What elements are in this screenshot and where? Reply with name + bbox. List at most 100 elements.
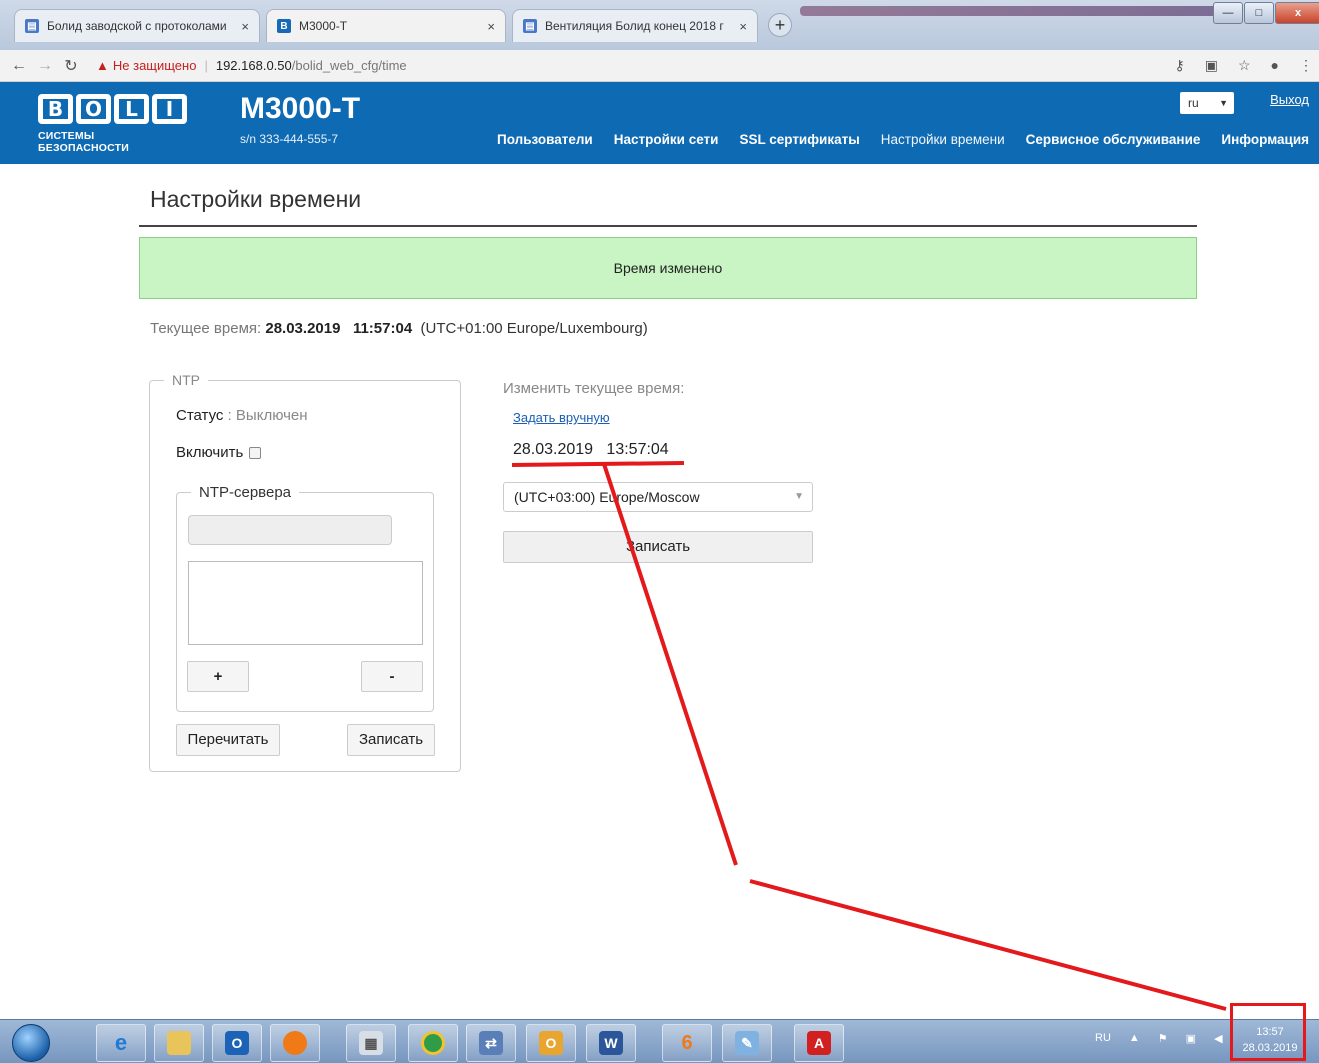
word-icon[interactable]: W: [586, 1024, 636, 1062]
pointer-line-annotation: [602, 463, 738, 866]
app-6-icon[interactable]: 6: [662, 1024, 712, 1062]
bolid-logo[interactable]: BOLI СИСТЕМЫ БЕЗОПАСНОСТИ: [38, 94, 188, 154]
logout-link[interactable]: Выход: [1270, 92, 1309, 107]
firefox-icon[interactable]: [270, 1024, 320, 1062]
current-time-line: Текущее время: 28.03.2019 11:57:04 (UTC+…: [150, 320, 648, 337]
tab-title: Вентиляция Болид конец 2018 г: [545, 19, 724, 33]
security-warning[interactable]: ▲ Не защищено: [96, 58, 196, 73]
speaker-icon[interactable]: ◀: [1214, 1032, 1222, 1045]
underline-annotation: [511, 461, 685, 467]
reread-button[interactable]: Перечитать: [176, 724, 280, 756]
network-icon[interactable]: ▣: [1186, 1032, 1196, 1045]
set-manually-link[interactable]: Задать вручную: [513, 410, 610, 425]
ntp-enable-row: Включить: [176, 444, 262, 461]
network-app-icon[interactable]: ⇄: [466, 1024, 516, 1062]
close-icon[interactable]: ×: [241, 19, 249, 34]
star-icon[interactable]: ☆: [1238, 57, 1251, 74]
url-separator: |: [204, 58, 208, 73]
tab-ventilation[interactable]: ▤ Вентиляция Болид конец 2018 г ×: [512, 9, 758, 42]
document-icon: ▤: [25, 19, 39, 33]
security-warning-label: Не защищено: [112, 58, 197, 73]
change-time-label: Изменить текущее время:: [503, 380, 685, 397]
logo-mark: BOLI: [38, 94, 188, 124]
timezone-select[interactable]: (UTC+03:00) Europe/Moscow ▼: [503, 482, 813, 512]
start-button[interactable]: [12, 1024, 50, 1062]
bolid-favicon-icon: B: [277, 19, 291, 33]
current-time-label: Текущее время:: [150, 320, 262, 337]
url-host: 192.168.0.50: [215, 58, 292, 73]
ntp-server-input[interactable]: [188, 515, 392, 545]
ntp-legend: NTP: [172, 372, 200, 388]
device-serial: s/n 333-444-555-7: [240, 132, 339, 146]
ntp-enable-label: Включить: [176, 444, 244, 461]
reload-icon[interactable]: ↻: [58, 56, 84, 76]
manual-clock: 13:57:04: [606, 441, 669, 458]
menu-icon[interactable]: ⋮: [1299, 57, 1313, 74]
nav-time-settings[interactable]: Настройки времени: [881, 132, 1005, 147]
internet-explorer-icon[interactable]: e: [96, 1024, 146, 1062]
ntp-servers-legend: NTP-сервера: [199, 484, 292, 501]
remove-server-button[interactable]: -: [361, 661, 423, 692]
logo-letter: L: [114, 94, 149, 124]
nav-service[interactable]: Сервисное обслуживание: [1026, 132, 1201, 147]
minimize-button[interactable]: —: [1213, 2, 1243, 24]
key-icon[interactable]: ⚷: [1174, 57, 1184, 74]
close-icon[interactable]: ×: [487, 19, 495, 34]
dropdown-caret-icon: ▼: [794, 491, 804, 502]
manual-time-value: 28.03.2019 13:57:04: [513, 441, 669, 459]
calculator-icon[interactable]: ▦: [346, 1024, 396, 1062]
system-tray: RU ▲ ⚑ ▣ ◀: [1095, 1032, 1223, 1045]
file-explorer-icon[interactable]: [154, 1024, 204, 1062]
ntp-enable-checkbox[interactable]: [249, 446, 262, 459]
language-select[interactable]: ru ▼: [1180, 92, 1234, 114]
nav-network-settings[interactable]: Настройки сети: [614, 132, 719, 147]
ntp-status: Статус : Выключен: [176, 407, 308, 424]
language-indicator[interactable]: RU: [1095, 1032, 1111, 1045]
window-close-button[interactable]: x: [1275, 2, 1319, 24]
browser-tab-bar: ▤ Болид заводской с протоколами × B M300…: [0, 0, 1319, 50]
logo-letter: I: [152, 94, 187, 124]
forward-arrow-icon[interactable]: →: [32, 57, 58, 75]
close-icon[interactable]: ×: [739, 19, 747, 34]
document-icon: ▤: [523, 19, 537, 33]
logo-letter: O: [76, 94, 111, 124]
outlook-mail-icon[interactable]: O: [526, 1024, 576, 1062]
account-icon[interactable]: ●: [1271, 57, 1279, 74]
tray-expand-icon[interactable]: ▲: [1129, 1032, 1140, 1045]
address-bar: ← → ↻ ▲ Не защищено | 192.168.0.50/bolid_…: [0, 50, 1319, 82]
nav-ssl-certificates[interactable]: SSL сертификаты: [739, 132, 859, 147]
flag-icon[interactable]: ⚑: [1158, 1032, 1168, 1045]
logo-tagline: СИСТЕМЫ БЕЗОПАСНОСТИ: [38, 130, 130, 154]
save-ntp-button[interactable]: Записать: [347, 724, 435, 756]
nav-users[interactable]: Пользователи: [497, 132, 593, 147]
language-value: ru: [1188, 96, 1199, 110]
current-clock: 11:57:04: [352, 320, 413, 337]
current-timezone: (UTC+01:00 Europe/Luxembourg): [420, 320, 648, 337]
main-nav: Пользователи Настройки сети SSL сертифик…: [497, 132, 1309, 147]
save-time-button[interactable]: Записать: [503, 531, 813, 563]
tab-m3000t[interactable]: B M3000-T ×: [266, 9, 506, 42]
paint-icon[interactable]: ✎: [722, 1024, 772, 1062]
translate-icon[interactable]: ▣: [1205, 57, 1218, 74]
window-titlebar-decoration: [800, 6, 1220, 16]
tab-title: Болид заводской с протоколами: [47, 19, 227, 33]
ntp-status-label: Статус: [176, 407, 224, 424]
acrobat-icon[interactable]: A: [794, 1024, 844, 1062]
outlook-icon[interactable]: O: [212, 1024, 262, 1062]
tab-title: M3000-T: [299, 19, 348, 33]
pointer-line-annotation: [749, 879, 1227, 1011]
chrome-icon[interactable]: [408, 1024, 458, 1062]
back-arrow-icon[interactable]: ←: [6, 57, 32, 75]
tab-bolid-protocols[interactable]: ▤ Болид заводской с протоколами ×: [14, 9, 260, 42]
new-tab-button[interactable]: +: [768, 13, 792, 37]
nav-information[interactable]: Информация: [1221, 132, 1309, 147]
manual-date: 28.03.2019: [513, 441, 594, 458]
add-server-button[interactable]: +: [187, 661, 249, 692]
url-path: /bolid_web_cfg/time: [291, 58, 407, 73]
url-field[interactable]: 192.168.0.50/bolid_web_cfg/time: [216, 58, 407, 73]
maximize-button[interactable]: □: [1244, 2, 1274, 24]
success-alert: Время изменено: [139, 237, 1197, 299]
site-header: BOLI СИСТЕМЫ БЕЗОПАСНОСТИ M3000-T s/n 33…: [0, 82, 1319, 164]
ntp-server-list[interactable]: [188, 561, 423, 645]
current-date: 28.03.2019: [265, 320, 341, 337]
